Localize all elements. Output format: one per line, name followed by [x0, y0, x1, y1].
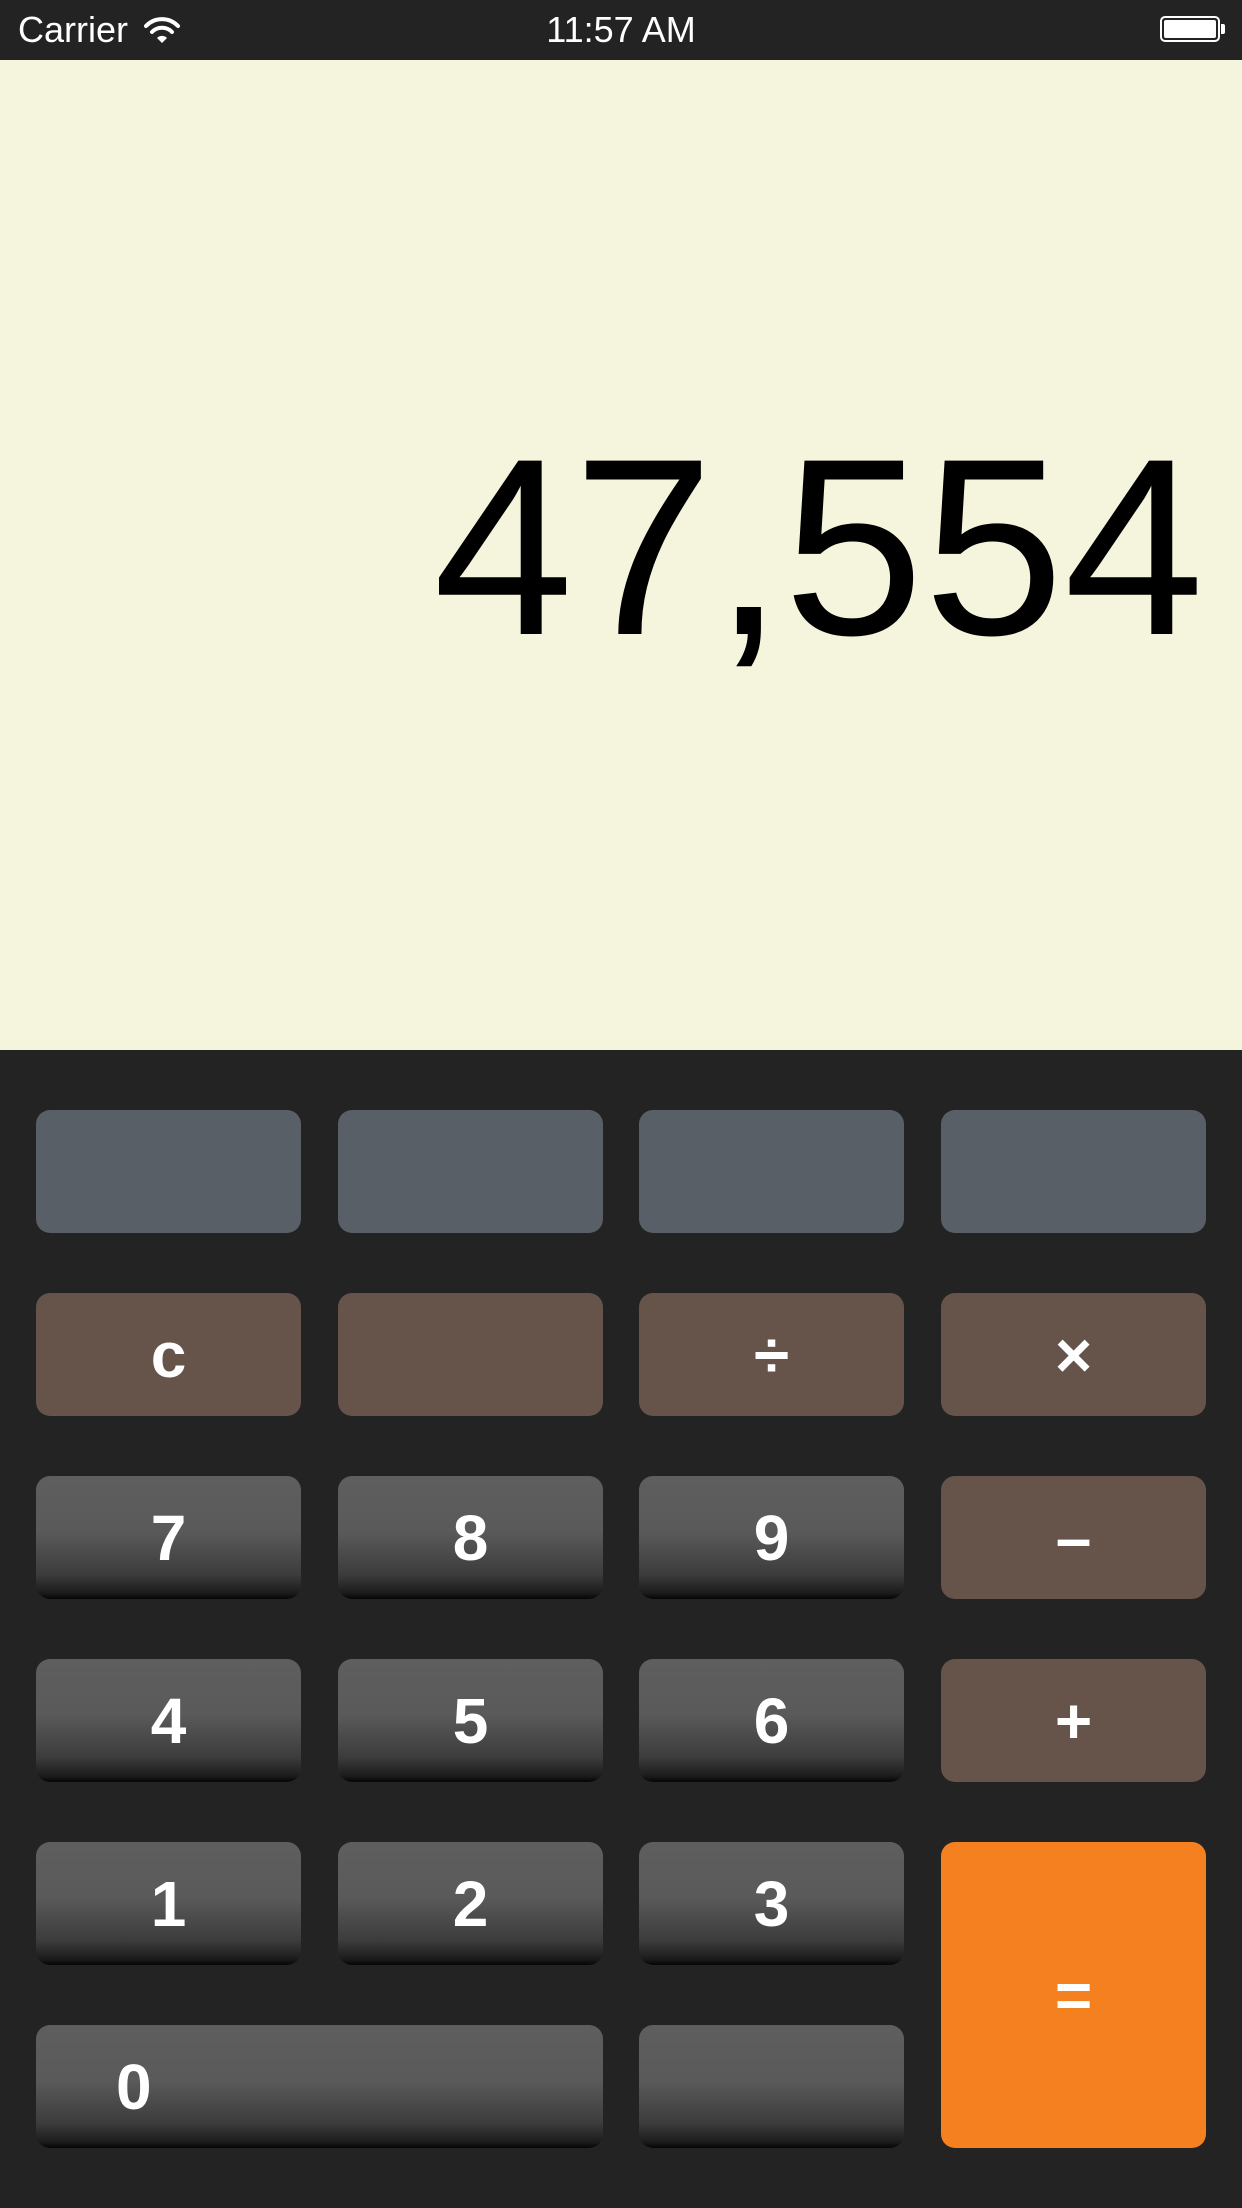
- digit-2-button[interactable]: 2: [338, 1842, 603, 1965]
- digit-1-button[interactable]: 1: [36, 1842, 301, 1965]
- equals-button[interactable]: =: [941, 1842, 1206, 2148]
- memory-key-3[interactable]: [639, 1110, 904, 1233]
- digit-3-button[interactable]: 3: [639, 1842, 904, 1965]
- display-value: 47,554: [433, 407, 1204, 688]
- minus-button[interactable]: –: [941, 1476, 1206, 1599]
- blank-operator-button[interactable]: [338, 1293, 603, 1416]
- keypad: c ÷ × 7 8 9 – 4 5 6 + 1 2 3 = 0: [0, 1050, 1242, 2208]
- digit-5-button[interactable]: 5: [338, 1659, 603, 1782]
- divide-button[interactable]: ÷: [639, 1293, 904, 1416]
- digit-9-button[interactable]: 9: [639, 1476, 904, 1599]
- clear-button[interactable]: c: [36, 1293, 301, 1416]
- battery-icon: [1160, 16, 1226, 44]
- blank-number-button[interactable]: [639, 2025, 904, 2148]
- memory-key-2[interactable]: [338, 1110, 603, 1233]
- calculator-display: 47,554: [0, 60, 1242, 1050]
- status-bar: Carrier 11:57 AM: [0, 0, 1242, 60]
- plus-button[interactable]: +: [941, 1659, 1206, 1782]
- digit-8-button[interactable]: 8: [338, 1476, 603, 1599]
- digit-7-button[interactable]: 7: [36, 1476, 301, 1599]
- digit-6-button[interactable]: 6: [639, 1659, 904, 1782]
- multiply-button[interactable]: ×: [941, 1293, 1206, 1416]
- status-time: 11:57 AM: [546, 9, 696, 50]
- digit-4-button[interactable]: 4: [36, 1659, 301, 1782]
- memory-key-1[interactable]: [36, 1110, 301, 1233]
- digit-0-button[interactable]: 0: [36, 2025, 603, 2148]
- memory-key-4[interactable]: [941, 1110, 1206, 1233]
